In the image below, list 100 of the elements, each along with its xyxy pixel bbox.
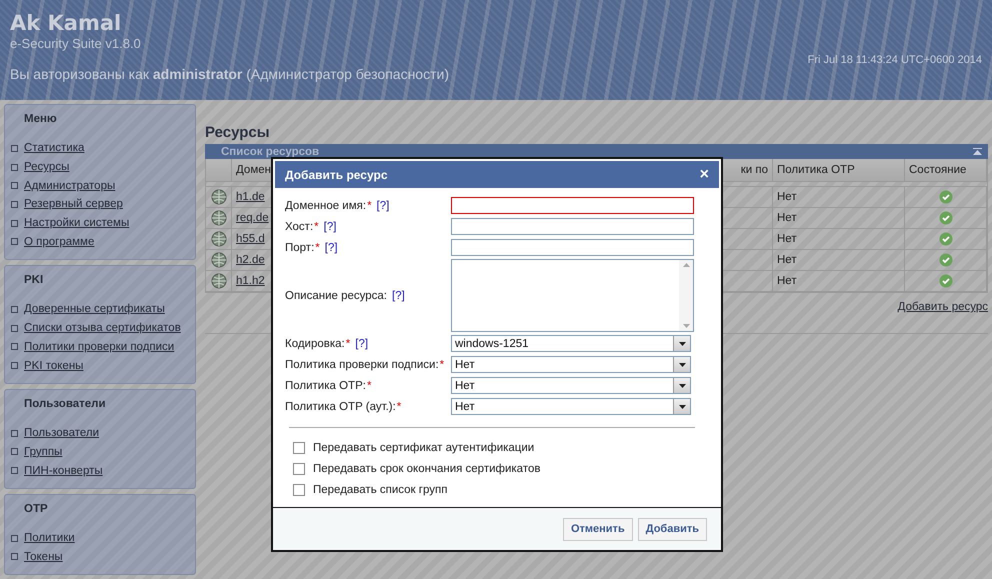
panel-title: OTP bbox=[24, 502, 49, 515]
checkbox-label: Передавать сертификат аутентификации bbox=[313, 442, 534, 454]
field-label: Доменное имя:* [?] bbox=[285, 198, 390, 214]
help-link[interactable]: [?] bbox=[376, 200, 390, 212]
globe-icon bbox=[210, 189, 226, 205]
checkbox-label: Передавать список групп bbox=[313, 484, 448, 496]
sidebar-link[interactable]: Доверенные сертификаты bbox=[24, 303, 165, 316]
table-cell: Нет bbox=[773, 250, 905, 271]
app-title: Ak Kamal bbox=[10, 10, 122, 36]
scroll-down-icon[interactable] bbox=[682, 324, 690, 328]
bullet-icon bbox=[11, 306, 18, 313]
globe-icon bbox=[210, 273, 226, 289]
domain-link[interactable]: h1.de bbox=[236, 191, 265, 203]
bullet-icon bbox=[11, 182, 18, 190]
sidebar-link[interactable]: Группы bbox=[24, 446, 62, 458]
sidebar-link[interactable]: Статистика bbox=[24, 142, 84, 154]
page-title: Ресурсы bbox=[205, 124, 271, 141]
close-button[interactable]: × bbox=[700, 166, 709, 184]
sidebar-link[interactable]: Пользователи bbox=[24, 427, 100, 440]
date-time: Fri Jul 18 11:43:24 UTC+0600 2014 bbox=[808, 54, 982, 68]
text-field[interactable] bbox=[451, 197, 694, 214]
table-cell: Нет bbox=[773, 271, 905, 292]
scroll-up-icon[interactable] bbox=[682, 263, 690, 267]
panel-title: Меню bbox=[24, 113, 58, 125]
sidebar-link[interactable]: Резервный сервер bbox=[24, 198, 123, 210]
field-label: Описание ресурса: [?] bbox=[285, 288, 406, 304]
sidebar-link[interactable]: Настройки системы bbox=[24, 217, 130, 230]
bullet-icon bbox=[11, 467, 18, 474]
cancel-button[interactable]: Отменить bbox=[562, 518, 633, 540]
bullet-icon bbox=[11, 448, 18, 456]
sidebar-link[interactable]: О программе bbox=[24, 236, 94, 248]
check-circle-icon bbox=[938, 211, 952, 225]
text-field[interactable] bbox=[451, 218, 694, 235]
globe-icon bbox=[210, 231, 226, 247]
checkbox[interactable] bbox=[293, 484, 305, 496]
help-link[interactable]: [?] bbox=[324, 220, 336, 232]
checkbox[interactable] bbox=[293, 442, 305, 454]
field-label: Порт:* [?] bbox=[285, 240, 339, 256]
bullet-icon bbox=[11, 324, 18, 332]
table-cell: Нет bbox=[773, 208, 905, 229]
dropdown-caret-icon bbox=[678, 362, 686, 366]
bullet-icon bbox=[11, 238, 18, 246]
panel-title: Пользователи bbox=[24, 398, 107, 410]
field-label: Политика проверки подписи:* bbox=[285, 358, 446, 372]
field-label: Хост:* [?] bbox=[285, 220, 338, 234]
sidebar-link[interactable]: Политики проверки подписи bbox=[24, 340, 174, 353]
panel-title: PKI bbox=[24, 274, 44, 286]
check-circle-icon bbox=[938, 274, 952, 288]
sidebar-link[interactable]: Токены bbox=[24, 550, 63, 563]
checkbox[interactable] bbox=[293, 462, 305, 474]
domain-link[interactable]: req.de bbox=[236, 212, 269, 224]
sidebar-link[interactable]: Администраторы bbox=[24, 180, 116, 192]
dropdown-caret-icon bbox=[678, 342, 686, 346]
table-title: Список ресурсов bbox=[221, 146, 320, 158]
select-field[interactable]: windows-1251 bbox=[451, 335, 691, 352]
help-link[interactable]: [?] bbox=[355, 338, 368, 350]
checkbox-label: Передавать срок окончания сертификатов bbox=[313, 462, 540, 474]
select-field[interactable]: Нет bbox=[451, 398, 691, 415]
select-field[interactable]: Нет bbox=[451, 377, 691, 394]
field-label: Политика OTP (аут.):* bbox=[285, 400, 402, 414]
check-circle-icon bbox=[938, 190, 952, 204]
sidebar-link[interactable]: Списки отзыва сертификатов bbox=[24, 322, 181, 334]
table-header: ки по bbox=[723, 159, 773, 182]
add-button[interactable]: Добавить bbox=[638, 518, 707, 540]
sidebar-link[interactable]: Ресурсы bbox=[24, 161, 70, 174]
table-header: Политика OTP bbox=[773, 159, 905, 182]
bullet-icon bbox=[11, 553, 18, 560]
bullet-icon bbox=[11, 144, 18, 152]
collapse-icon[interactable] bbox=[973, 148, 982, 155]
bullet-icon bbox=[11, 200, 18, 208]
login-info: Вы авторизованы как administrator (Администратор безопасности) bbox=[10, 66, 449, 82]
description-field[interactable] bbox=[451, 259, 694, 332]
app-version: e-Security Suite v1.8.0 bbox=[10, 36, 142, 52]
globe-icon bbox=[210, 210, 226, 226]
field-label: Кодировка:* [?] bbox=[285, 336, 370, 352]
check-circle-icon bbox=[938, 253, 952, 267]
bullet-icon bbox=[11, 362, 18, 370]
help-link[interactable]: [?] bbox=[324, 242, 338, 254]
table-cell: Нет bbox=[773, 187, 905, 208]
domain-link[interactable]: h1.h2 bbox=[236, 275, 265, 287]
bullet-icon bbox=[11, 430, 18, 437]
table-header: Состояние bbox=[905, 159, 987, 182]
text-field[interactable] bbox=[451, 239, 694, 256]
sidebar-link[interactable]: Политики bbox=[24, 532, 75, 544]
sidebar-link[interactable]: ПИН-конверты bbox=[24, 464, 103, 477]
domain-link[interactable]: h55.d bbox=[236, 233, 265, 245]
table-cell: Нет bbox=[773, 229, 905, 250]
bullet-icon bbox=[11, 343, 18, 350]
dropdown-caret-icon bbox=[678, 384, 686, 388]
check-circle-icon bbox=[938, 232, 952, 246]
add-resource-link[interactable]: Добавить ресурс bbox=[898, 301, 988, 313]
globe-icon bbox=[210, 252, 226, 268]
bullet-icon bbox=[11, 534, 18, 542]
dropdown-caret-icon bbox=[678, 404, 686, 408]
field-label: Политика OTP:* bbox=[285, 378, 372, 394]
bullet-icon bbox=[11, 164, 18, 171]
select-field[interactable]: Нет bbox=[451, 356, 691, 373]
help-link[interactable]: [?] bbox=[392, 290, 405, 302]
sidebar-link[interactable]: PKI токены bbox=[24, 360, 84, 372]
domain-link[interactable]: h2.de bbox=[236, 254, 265, 266]
